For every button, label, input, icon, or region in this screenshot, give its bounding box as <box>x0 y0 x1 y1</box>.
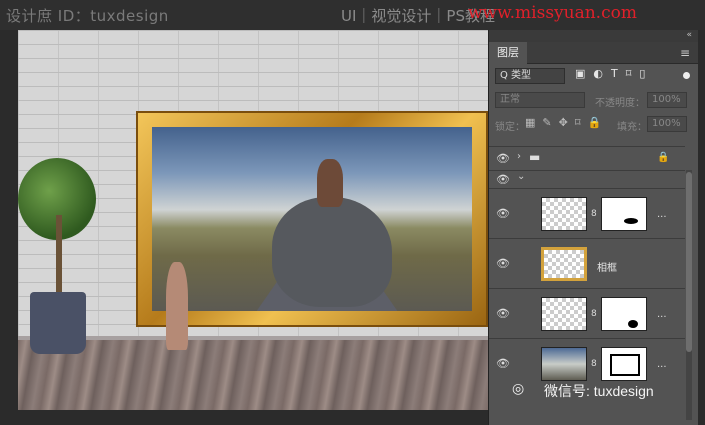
rider <box>317 159 343 207</box>
layer-name: 相框 <box>597 263 617 274</box>
watermark-bar: 设计庶 ID：tuxdesign UI｜视觉设计｜PS教程 www.missyu… <box>0 0 705 30</box>
filter-kind-select[interactable]: Q 类型 <box>495 68 565 84</box>
panel-menu-icon[interactable]: ≡ <box>680 46 690 60</box>
layer-thumbnail <box>541 297 587 331</box>
child-figure <box>166 262 188 350</box>
opacity-label: 不透明度： <box>595 98 645 109</box>
layer-mask-thumbnail[interactable] <box>601 347 647 381</box>
lock-icons[interactable]: ▦✎✥⌑🔒 <box>525 116 608 129</box>
layers-panel: « 图层 ≡ Q 类型 ▣◐T⌑▯ 正常 不透明度： 100% 锁定： ▦✎✥⌑… <box>488 30 698 425</box>
lock-label: 锁定： <box>495 122 525 133</box>
visibility-eye-icon[interactable]: 👁 <box>496 173 510 186</box>
visibility-eye-icon[interactable]: 👁 <box>496 357 510 370</box>
link-icon[interactable]: 8 <box>591 359 597 369</box>
collapse-icon[interactable]: « <box>686 30 692 40</box>
panel-tabbar: 图层 ≡ <box>489 42 698 64</box>
layer-name: ... <box>657 359 667 370</box>
layer-row-group[interactable]: 👁 › ▬ 🔒 <box>489 146 685 170</box>
visibility-eye-icon[interactable]: 👁 <box>496 207 510 220</box>
layer-row-elephant[interactable]: 👁 8 ... <box>489 188 685 238</box>
wechat-icon: ◎ <box>512 381 525 397</box>
document-canvas[interactable] <box>18 30 488 410</box>
filter-row: Q 类型 ▣◐T⌑▯ <box>489 64 698 88</box>
framed-photo <box>152 127 472 311</box>
tab-layers[interactable]: 图层 <box>489 42 527 64</box>
fill-field[interactable]: 100% <box>647 116 687 132</box>
layer-row-frame[interactable]: 👁 相框 <box>489 238 685 288</box>
elephant <box>272 197 392 307</box>
folder-icon: ▬ <box>529 150 541 164</box>
watermark-url: www.missyuan.com <box>468 3 637 23</box>
opacity-field[interactable]: 100% <box>647 92 687 108</box>
chevron-down-icon[interactable]: ⌄ <box>517 171 525 182</box>
gold-frame <box>136 111 488 327</box>
tree-trunk <box>56 215 62 300</box>
watermark-left: 设计庶 ID：tuxdesign <box>6 7 169 25</box>
layer-row-elephant-copy[interactable]: 👁 8 ... <box>489 288 685 338</box>
chevron-right-icon[interactable]: › <box>517 151 521 162</box>
filter-toggle[interactable] <box>683 72 690 79</box>
layer-mask-thumbnail[interactable] <box>601 297 647 331</box>
lock-row: 锁定： ▦✎✥⌑🔒 填充： 100% <box>489 112 698 136</box>
scrollbar-thumb[interactable] <box>686 172 692 352</box>
filter-icons[interactable]: ▣◐T⌑▯ <box>575 67 653 80</box>
layer-row-group-open[interactable]: 👁 ⌄ <box>489 170 685 188</box>
layer-thumbnail <box>541 347 587 381</box>
wechat-watermark: ◎ 微信号: tuxdesign <box>506 377 696 405</box>
wood-floor <box>18 340 488 410</box>
blend-mode-select[interactable]: 正常 <box>495 92 585 108</box>
layer-name: ... <box>657 309 667 320</box>
visibility-eye-icon[interactable]: 👁 <box>496 257 510 270</box>
visibility-eye-icon[interactable]: 👁 <box>496 152 510 165</box>
plant-pot <box>30 292 86 354</box>
lock-icon: 🔒 <box>657 152 670 163</box>
layer-mask-thumbnail[interactable] <box>601 197 647 231</box>
layer-name: ... <box>657 209 667 220</box>
visibility-eye-icon[interactable]: 👁 <box>496 307 510 320</box>
layer-thumbnail <box>541 197 587 231</box>
blend-row: 正常 不透明度： 100% <box>489 88 698 112</box>
wechat-label: 微信号: tuxdesign <box>544 383 654 399</box>
fill-label: 填充： <box>617 122 647 133</box>
link-icon[interactable]: 8 <box>591 209 597 219</box>
link-icon[interactable]: 8 <box>591 309 597 319</box>
layer-thumbnail <box>541 247 587 281</box>
